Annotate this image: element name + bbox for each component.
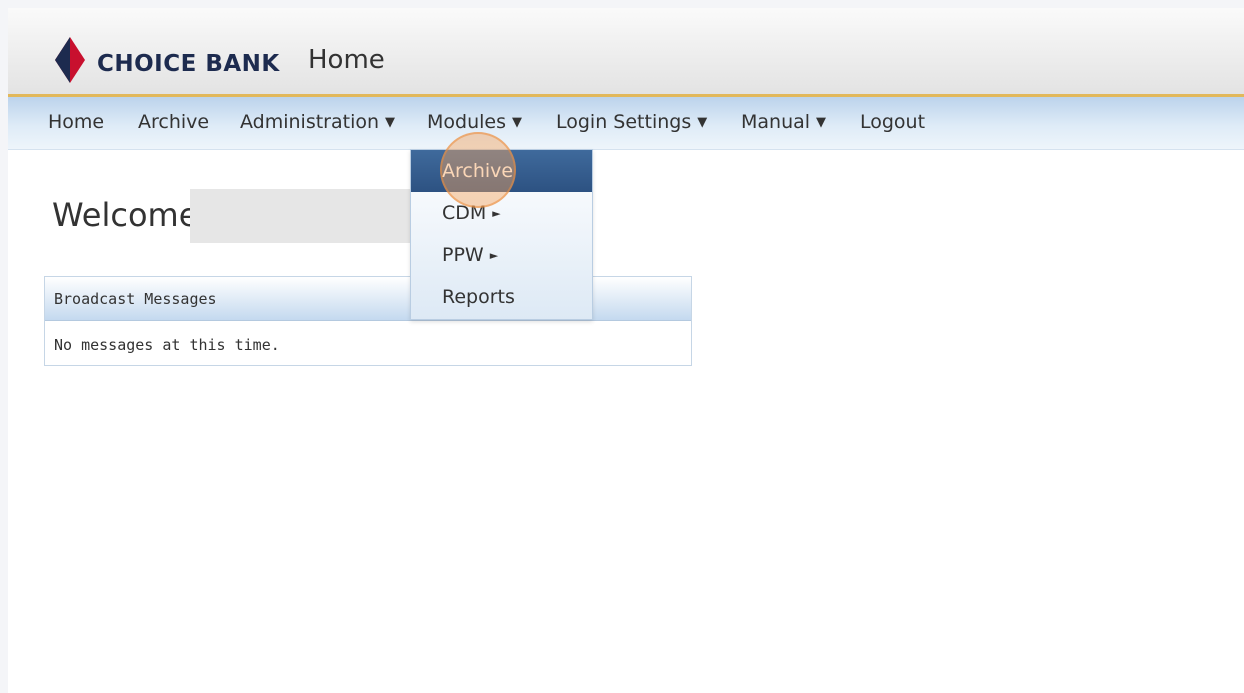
submenu-arrow-icon: ► [492,207,501,220]
caret-down-icon: ▼ [816,115,827,130]
page-title: Home [308,45,385,75]
menu-item-reports[interactable]: Reports [411,276,592,318]
menu-item-label: Reports [442,286,515,308]
broadcast-messages-panel: Broadcast Messages No messages at this t… [44,276,692,366]
broadcast-message-text: No messages at this time. [54,336,280,354]
panel-header: Broadcast Messages [45,277,691,321]
nav-label: Archive [138,111,210,133]
diamond-logo-icon [55,37,85,83]
page: CHOICE BANK Home Home Archive Administra… [8,8,1244,693]
welcome-heading: Welcome [52,196,199,234]
nav-label: Logout [860,111,926,133]
submenu-arrow-icon: ► [489,249,499,262]
nav-administration[interactable]: Administration ▼ [240,111,395,133]
caret-down-icon: ▼ [697,115,708,130]
nav-modules[interactable]: Modules ▼ [427,111,522,133]
nav-label: Manual [741,111,811,133]
nav-manual[interactable]: Manual ▼ [741,111,826,133]
nav-login-settings[interactable]: Login Settings ▼ [556,111,707,133]
choice-bank-logo[interactable]: CHOICE BANK [53,35,283,85]
nav-label: Administration [240,111,380,133]
menu-item-label: PPW [442,244,484,266]
caret-down-icon: ▼ [512,115,522,130]
caret-down-icon: ▼ [385,115,396,130]
header: CHOICE BANK Home [8,8,1244,97]
nav-logout[interactable]: Logout [860,111,925,133]
panel-title: Broadcast Messages [54,290,217,308]
nav-label: Login Settings [556,111,692,133]
nav-archive[interactable]: Archive [138,111,209,133]
menu-item-ppw[interactable]: PPW ► [411,234,592,276]
nav-label: Modules [427,111,506,133]
click-indicator [440,132,516,208]
nav-home[interactable]: Home [48,111,104,133]
brand-name: CHOICE BANK [97,51,280,77]
nav-label: Home [48,111,105,133]
main-nav: Home Archive Administration ▼ Modules ▼ Lo… [8,97,1244,150]
